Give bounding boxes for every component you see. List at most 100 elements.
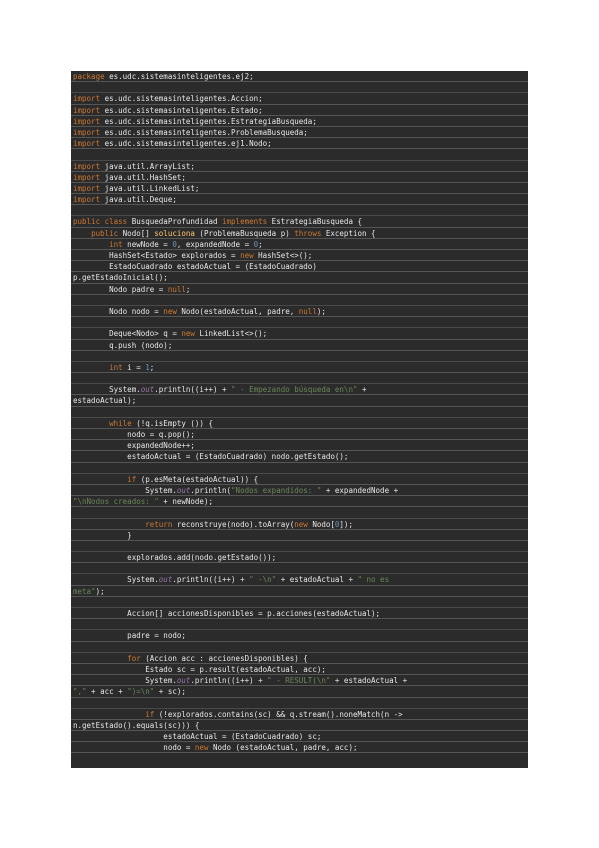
code-token: i = xyxy=(122,362,146,372)
code-line: for (Accion acc : accionesDisponibles) { xyxy=(71,653,528,664)
code-token: (p.esMeta(estadoActual)) { xyxy=(136,474,259,484)
code-token: EstadoCuadrado estadoActual = (EstadoCua… xyxy=(73,262,317,272)
code-line: nodo = q.pop(); xyxy=(71,429,528,441)
code-block: package es.udc.sistemasinteligentes.ej2;… xyxy=(71,71,528,768)
code-token: Nodo (estadoActual, padre, acc); xyxy=(208,743,358,753)
code-line xyxy=(71,82,528,94)
code-token: , expandedNode = xyxy=(176,239,254,249)
code-token: Estado sc = p.result(estadoActual, acc); xyxy=(73,664,326,674)
code-line xyxy=(71,317,528,329)
code-line: System.out.println((i++) + " -\n" + esta… xyxy=(71,574,528,586)
code-token: ")=\n" xyxy=(127,687,155,697)
code-token: (!explorados.contains(sc) && q.stream().… xyxy=(154,709,403,719)
code-token: es.udc.sistemasinteligentes.Accion; xyxy=(100,94,263,104)
code-line: if (p.esMeta(estadoActual)) { xyxy=(71,474,528,485)
code-token: padre = nodo; xyxy=(73,631,186,641)
code-line: explorados.add(nodo.getEstado()); xyxy=(71,552,528,564)
code-line: if (!explorados.contains(sc) && q.stream… xyxy=(71,709,528,720)
code-token: .println((i++) + xyxy=(190,676,268,686)
code-token: " -\n" xyxy=(249,575,277,585)
code-token: Deque<Nodo> q = xyxy=(73,329,182,339)
code-token: .println((i++) + xyxy=(154,385,232,395)
code-line xyxy=(71,205,528,217)
code-line: import java.util.LinkedList; xyxy=(71,183,528,195)
code-line: n.getEstado().equals(sc))) { xyxy=(71,720,528,732)
code-line: nodo = new Nodo (estadoActual, padre, ac… xyxy=(71,742,528,754)
code-token: out xyxy=(140,385,155,395)
code-token: public xyxy=(91,228,119,238)
code-token: public class xyxy=(73,217,128,227)
code-line xyxy=(71,541,528,553)
code-line: HashSet<Estado> explorados = new HashSet… xyxy=(71,250,528,262)
code-token: Nodo(estadoActual, padre, xyxy=(176,306,299,316)
code-token: null xyxy=(167,284,186,294)
code-line: EstadoCuadrado estadoActual = (EstadoCua… xyxy=(71,261,528,273)
code-token: soluciona xyxy=(154,228,195,238)
code-line: package es.udc.sistemasinteligentes.ej2; xyxy=(71,71,528,83)
code-token: ); xyxy=(95,586,105,596)
code-line xyxy=(71,351,528,362)
code-token: import xyxy=(73,105,101,115)
code-token: + xyxy=(357,385,367,395)
code-token: System. xyxy=(73,485,177,495)
code-token: estadoActual = (EstadoCuadrado) nodo.get… xyxy=(73,452,349,462)
code-token: q.push (nodo); xyxy=(73,340,173,350)
code-line: Nodo nodo = new Nodo(estadoActual, padre… xyxy=(71,306,528,318)
code-token: System. xyxy=(73,575,159,585)
code-token: for xyxy=(127,653,141,663)
code-token: if xyxy=(127,474,137,484)
code-line: System.out.println((i++) + " - Empezando… xyxy=(71,384,528,396)
code-token: new xyxy=(194,743,209,753)
code-token: Nodo padre = xyxy=(73,284,168,294)
code-token: throws xyxy=(294,228,322,238)
code-token: import xyxy=(73,139,101,149)
code-token: + newNode); xyxy=(158,497,213,507)
code-line xyxy=(71,507,528,519)
code-token: " - Empezando búsqueda en\n" xyxy=(231,385,358,395)
code-token: import xyxy=(73,172,101,182)
code-token: "\nNodos creados: " xyxy=(73,497,159,507)
code-line: estadoActual = (EstadoCuadrado) sc; xyxy=(71,731,528,743)
code-token: newNode = xyxy=(122,239,173,249)
code-line xyxy=(71,295,528,306)
code-line: import es.udc.sistemasinteligentes.ej1.N… xyxy=(71,138,528,150)
code-token: .println((i++) + xyxy=(172,575,250,585)
code-line xyxy=(71,149,528,161)
code-token: null xyxy=(298,306,317,316)
code-line: int i = 1; xyxy=(71,362,528,374)
code-line: q.push (nodo); xyxy=(71,340,528,351)
code-token: } xyxy=(73,530,132,540)
code-line: System.out.println("Nodos expandidos: " … xyxy=(71,485,528,497)
code-token: + expandedNode + xyxy=(321,485,399,495)
code-line: Estado sc = p.result(estadoActual, acc); xyxy=(71,664,528,676)
code-token: implements xyxy=(222,217,268,227)
code-token: out xyxy=(176,676,191,686)
code-line: p.getEstadoInicial(); xyxy=(71,272,528,284)
code-token: BusquedaProfundidad xyxy=(127,217,223,227)
code-line: "," + acc + ")=\n" + sc); xyxy=(71,686,528,698)
code-line: Accion[] accionesDisponibles = p.accione… xyxy=(71,608,528,620)
code-token: out xyxy=(158,575,173,585)
code-token: estadoActual); xyxy=(73,396,137,406)
code-token: (ProblemaBusqueda p) xyxy=(194,228,295,238)
code-token: ); xyxy=(316,306,326,316)
code-token: ; xyxy=(258,239,263,249)
code-token: java.util.Deque; xyxy=(100,195,177,205)
code-token: System. xyxy=(73,385,141,395)
code-token: reconstruye(nodo).toArray( xyxy=(172,519,295,529)
code-token: meta" xyxy=(73,586,96,596)
code-token: Nodo[ xyxy=(307,519,335,529)
code-token: n.getEstado().equals(sc))) { xyxy=(73,720,200,730)
code-line: estadoActual = (EstadoCuadrado) nodo.get… xyxy=(71,451,528,463)
code-token: import xyxy=(73,116,101,126)
code-line: import es.udc.sistemasinteligentes.Estra… xyxy=(71,116,528,127)
code-line: public class BusquedaProfundidad impleme… xyxy=(71,216,528,228)
code-line xyxy=(71,407,528,418)
code-token: import xyxy=(73,94,101,104)
